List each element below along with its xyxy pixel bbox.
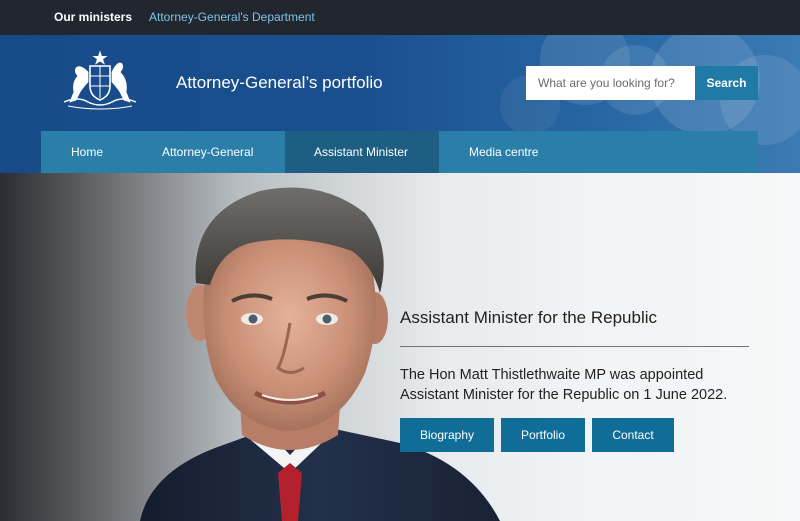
nav-item-label: Assistant Minister <box>314 145 409 159</box>
contact-button[interactable]: Contact <box>592 418 674 452</box>
nav-item-label: Attorney-General <box>162 145 254 159</box>
hero-banner: Assistant Minister for the Republic The … <box>0 173 800 521</box>
search-form: Search <box>526 66 758 100</box>
search-button[interactable]: Search <box>695 66 758 100</box>
nav-item-label: Media centre <box>469 145 539 159</box>
search-input[interactable] <box>526 66 695 100</box>
nav-item-attorney-general[interactable]: Attorney-General <box>133 131 285 173</box>
department-link[interactable]: Attorney-General's Department <box>149 10 315 24</box>
coat-of-arms-icon[interactable] <box>58 50 142 110</box>
main-nav: Home Attorney-General Assistant Minister… <box>41 131 758 173</box>
portfolio-title: Attorney-General’s portfolio <box>176 73 383 92</box>
nav-item-label: Home <box>71 145 104 159</box>
nav-item-media-centre[interactable]: Media centre <box>439 131 569 173</box>
hero-description: The Hon Matt Thistlethwaite MP was appoi… <box>400 367 728 403</box>
our-ministers-link[interactable]: Our ministers <box>54 10 132 24</box>
nav-item-assistant-minister[interactable]: Assistant Minister <box>285 131 439 173</box>
hero-divider <box>400 346 749 347</box>
hero-heading: Assistant Minister for the Republic <box>400 308 657 327</box>
portfolio-button[interactable]: Portfolio <box>501 418 585 452</box>
biography-button[interactable]: Biography <box>400 418 494 452</box>
nav-item-home[interactable]: Home <box>41 131 133 173</box>
minister-portrait <box>140 187 500 521</box>
utility-bar: Our ministers Attorney-General's Departm… <box>0 0 800 35</box>
